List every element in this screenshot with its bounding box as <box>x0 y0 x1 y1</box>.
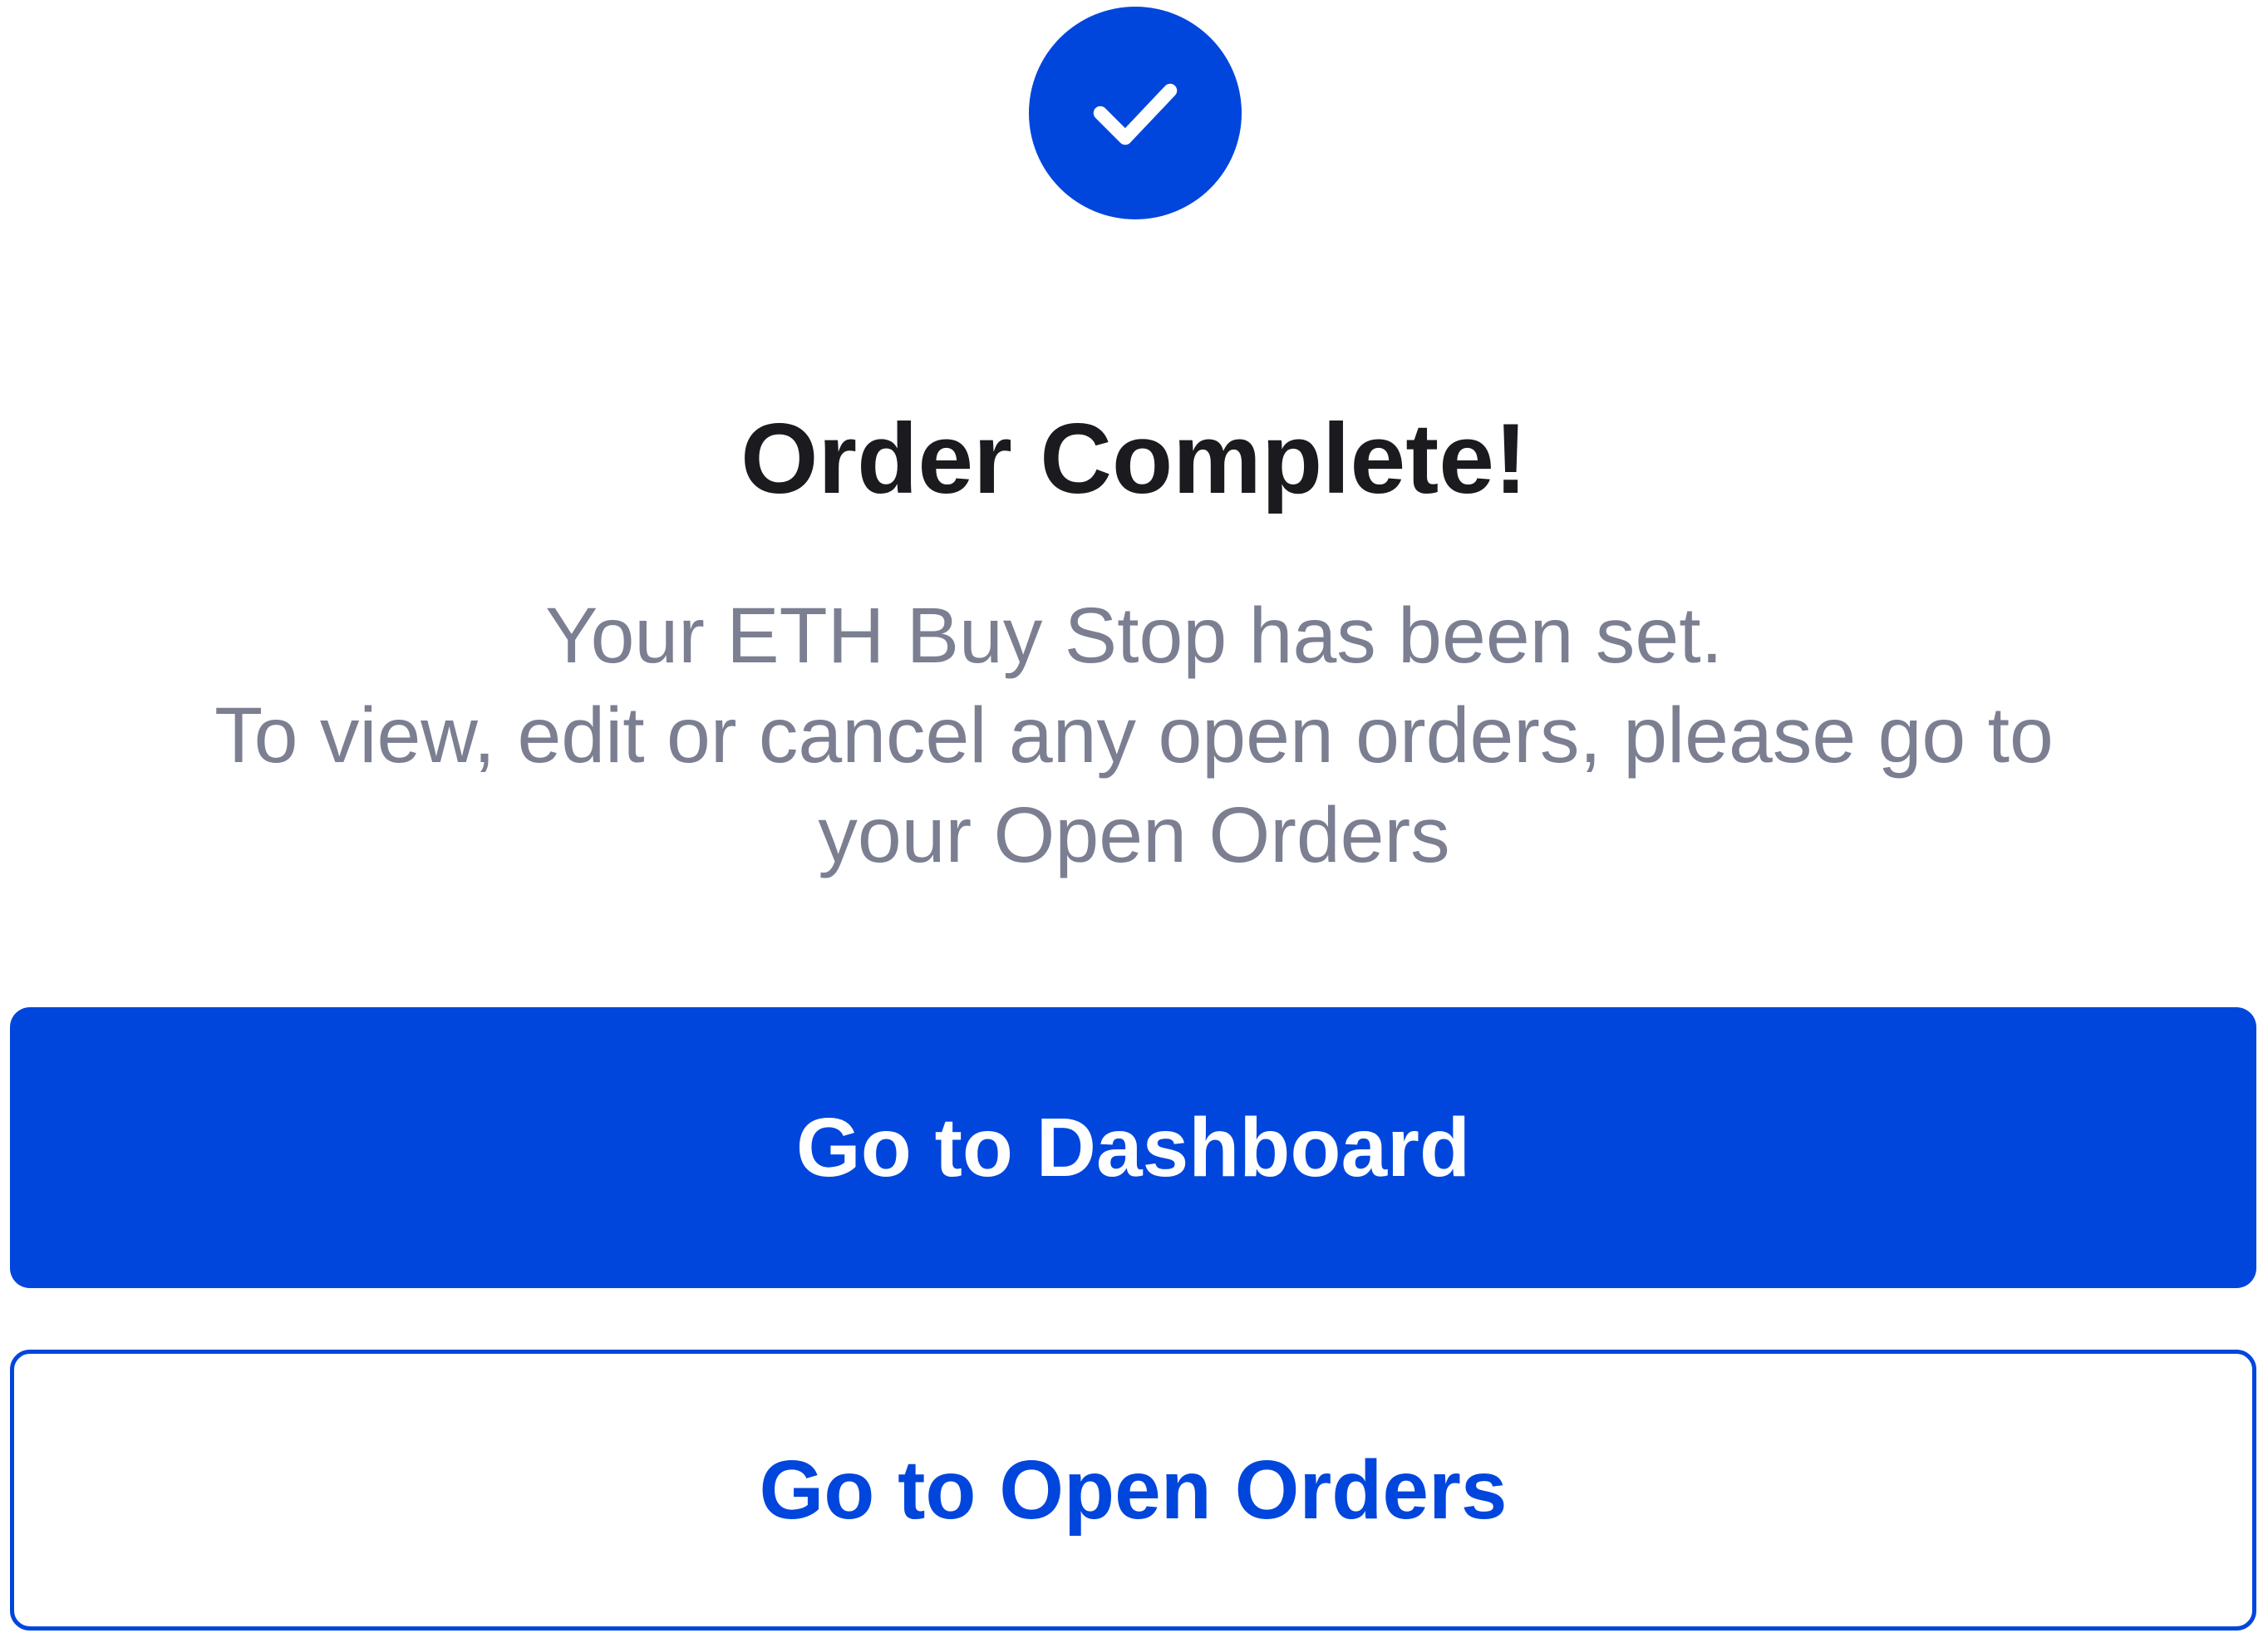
confirmation-message: Your ETH Buy Stop has been set. To view,… <box>83 586 2185 885</box>
go-to-open-orders-button[interactable]: Go to Open Orders <box>10 1350 2256 1631</box>
confirmation-line-3: your Open Orders <box>818 791 1450 879</box>
confirmation-line-1: Your ETH Buy Stop has been set. <box>544 592 1724 680</box>
checkmark-icon <box>1029 7 1242 219</box>
go-to-dashboard-button[interactable]: Go to Dashboard <box>10 1007 2256 1288</box>
page-title: Order Complete! <box>740 403 1528 514</box>
confirmation-line-2: To view, edit or cancel any open orders,… <box>214 691 2054 780</box>
order-complete-screen: Order Complete! Your ETH Buy Stop has be… <box>0 0 2268 1638</box>
checkmark-glyph <box>1093 83 1178 145</box>
